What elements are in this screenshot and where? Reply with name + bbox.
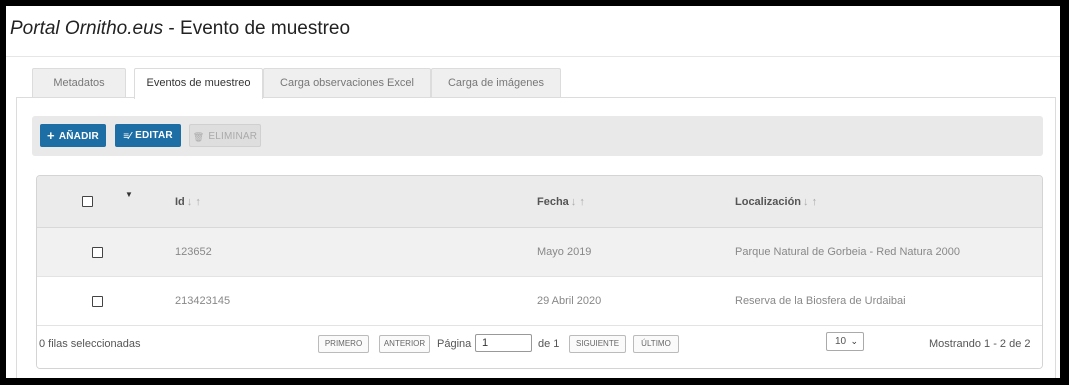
- row-checkbox[interactable]: [92, 246, 103, 258]
- column-localizacion-label: Localización: [735, 195, 802, 208]
- cell-localizacion: Reserva de la Biosfera de Urdaibai: [735, 295, 906, 307]
- page-number-input[interactable]: [475, 334, 532, 352]
- first-page-button[interactable]: PRIMERO: [318, 335, 369, 353]
- trash-icon: 🗑: [192, 132, 205, 142]
- edit-button[interactable]: ≡⁄ EDITAR: [115, 124, 181, 147]
- tab-eventos-de-muestreo[interactable]: Eventos de muestreo: [134, 68, 263, 99]
- column-header-fecha[interactable]: Fecha ↓ ↑: [537, 176, 585, 227]
- data-grid: ▼ Id ↓ ↑ Fecha ↓ ↑ Localización ↓ ↑ 123652 …: [36, 175, 1043, 369]
- page-label: Página: [437, 338, 472, 350]
- delete-button[interactable]: 🗑 ELIMINAR: [189, 124, 261, 147]
- chevron-down-icon: ⌄: [850, 336, 858, 346]
- row-select-cell: [92, 277, 103, 325]
- page-title: Portal Ornitho.eus - Evento de muestreo: [10, 18, 350, 40]
- edit-button-label: EDITAR: [135, 130, 173, 141]
- plus-icon: +: [47, 128, 55, 143]
- column-fecha-label: Fecha: [537, 195, 569, 208]
- cell-fecha: Mayo 2019: [537, 246, 592, 258]
- page-size-select[interactable]: 10 ⌄: [826, 332, 864, 351]
- sort-arrows-icon[interactable]: ↓ ↑: [803, 196, 817, 208]
- column-header-id[interactable]: Id ↓ ↑: [175, 176, 201, 227]
- pagination-bar: 0 filas seleccionadas PRIMERO ANTERIOR P…: [37, 326, 1042, 368]
- column-header-localizacion[interactable]: Localización ↓ ↑: [735, 176, 817, 227]
- title-bar: Portal Ornitho.eus - Evento de muestreo: [6, 6, 1060, 57]
- cell-id: 123652: [175, 246, 212, 258]
- sort-arrows-icon[interactable]: ↓ ↑: [571, 196, 585, 208]
- page-size-value: 10: [835, 336, 847, 347]
- showing-range-text: Mostrando 1 - 2 de 2: [929, 338, 1031, 350]
- table-row[interactable]: 123652 Mayo 2019 Parque Natural de Gorbe…: [37, 228, 1042, 277]
- table-row[interactable]: 213423145 29 Abril 2020 Reserva de la Bi…: [37, 277, 1042, 326]
- selected-rows-count: 0 filas seleccionadas: [39, 338, 141, 350]
- add-button[interactable]: + AÑADIR: [40, 124, 106, 147]
- page-title-suffix: - Evento de muestreo: [163, 18, 351, 39]
- select-all-cell: [82, 176, 93, 227]
- cell-id: 213423145: [175, 295, 231, 307]
- select-dropdown-icon[interactable]: ▼: [125, 190, 133, 199]
- next-page-button[interactable]: SIGUIENTE: [569, 335, 626, 353]
- row-select-cell: [92, 228, 103, 276]
- tab-metadatos[interactable]: Metadatos: [32, 68, 126, 97]
- select-all-checkbox[interactable]: [82, 196, 93, 207]
- grid-header: ▼ Id ↓ ↑ Fecha ↓ ↑ Localización ↓ ↑: [37, 176, 1042, 228]
- add-button-label: AÑADIR: [58, 131, 99, 142]
- previous-page-button[interactable]: ANTERIOR: [379, 335, 430, 353]
- brand-name: Portal Ornitho.eus: [10, 18, 164, 39]
- tab-carga-observaciones-excel[interactable]: Carga observaciones Excel: [263, 68, 431, 97]
- column-id-label: Id: [175, 195, 185, 208]
- cell-fecha: 29 Abril 2020: [537, 295, 602, 307]
- sort-arrows-icon[interactable]: ↓ ↑: [187, 196, 201, 208]
- cell-localizacion: Parque Natural de Gorbeia - Red Natura 2…: [735, 246, 961, 258]
- row-checkbox[interactable]: [92, 295, 103, 307]
- toolbar: + AÑADIR ≡⁄ EDITAR 🗑 ELIMINAR: [32, 116, 1043, 156]
- tab-carga-de-imagenes[interactable]: Carga de imágenes: [431, 68, 561, 97]
- edit-icon: ≡⁄: [123, 131, 132, 142]
- app-window: Portal Ornitho.eus - Evento de muestreo …: [6, 6, 1060, 378]
- page-total-label: de 1: [538, 338, 560, 350]
- delete-button-label: ELIMINAR: [208, 131, 258, 142]
- last-page-button[interactable]: ÚLTIMO: [633, 335, 679, 353]
